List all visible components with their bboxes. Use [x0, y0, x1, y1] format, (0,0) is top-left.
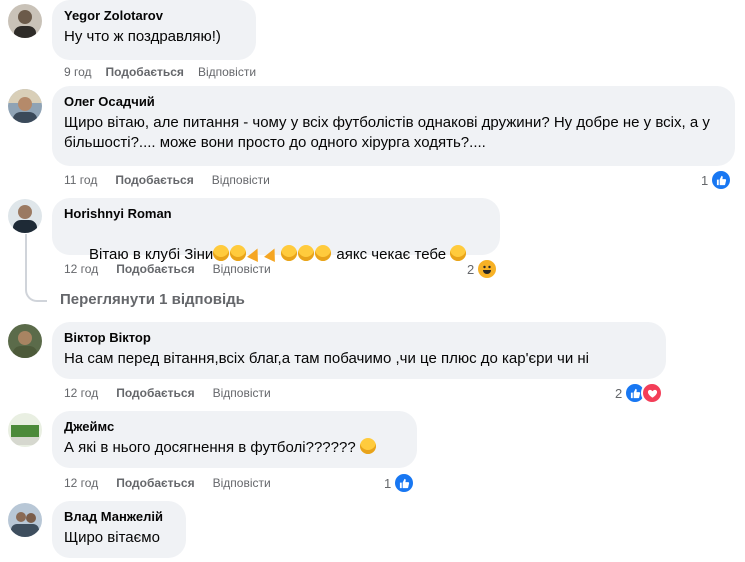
reply-button[interactable]: Відповісти	[198, 65, 256, 79]
reaction-summary[interactable]: 1	[384, 472, 416, 494]
thread-connector	[25, 286, 47, 302]
party-popper-emoji-icon	[264, 245, 280, 261]
party-face-emoji-icon	[315, 245, 332, 261]
party-face-emoji-icon	[298, 245, 315, 261]
comment-author[interactable]: Yegor Zolotarov	[64, 8, 244, 24]
comment-meta: 11 год Подобається Відповісти	[64, 172, 284, 188]
reaction-summary[interactable]: 2	[467, 258, 499, 280]
like-reaction-icon	[710, 169, 733, 191]
comment-bubble: Yegor Zolotarov Ну что ж поздравляю!)	[52, 0, 256, 60]
avatar[interactable]	[8, 413, 42, 447]
comment-time[interactable]: 11 год	[64, 173, 97, 187]
avatar[interactable]	[8, 324, 42, 358]
reply-button[interactable]: Відповісти	[213, 262, 271, 276]
comment-meta: 12 год Подобається Відповісти	[64, 385, 285, 401]
flushed-emoji-icon	[359, 438, 376, 454]
comment-author[interactable]: Horishnyi Roman	[64, 206, 488, 222]
like-button[interactable]: Подобається	[106, 65, 184, 79]
reaction-summary[interactable]: 2	[615, 382, 664, 404]
reaction-count: 2	[615, 385, 623, 401]
reaction-summary[interactable]: 1	[701, 169, 733, 191]
love-reaction-icon	[641, 382, 664, 404]
grinning-emoji-icon	[450, 245, 467, 261]
comment-author[interactable]: Джеймс	[64, 419, 405, 435]
comment-text: Щиро вітаємо	[64, 529, 160, 546]
avatar[interactable]	[8, 4, 42, 38]
comment-author[interactable]: Віктор Віктор	[64, 330, 654, 346]
view-replies-link[interactable]: Переглянути 1 відповідь	[60, 291, 245, 308]
comment-meta: 12 год Подобається Відповісти	[64, 475, 285, 491]
reaction-count: 2	[467, 261, 475, 277]
party-popper-emoji-icon	[247, 245, 263, 261]
comment-bubble: Джеймс А які в нього досягнення в футбол…	[52, 411, 417, 468]
avatar[interactable]	[8, 199, 42, 233]
like-reaction-icon	[393, 472, 416, 494]
comment-author[interactable]: Влад Манжелій	[64, 509, 174, 525]
reaction-count: 1	[384, 475, 392, 491]
comment-bubble: Horishnyi Roman Вітаю в клубі Зіни аякс …	[52, 198, 500, 263]
comment-text-part: А які в нього досягнення в футболі??????	[64, 439, 360, 456]
like-button[interactable]: Подобається	[115, 173, 193, 187]
like-button[interactable]: Подобається	[116, 476, 194, 490]
party-face-emoji-icon	[281, 245, 298, 261]
like-button[interactable]: Подобається	[116, 386, 194, 400]
comment-text-part: аякс чекає тебе	[332, 246, 447, 263]
comment-meta: 9 год Подобається Відповісти	[64, 64, 270, 80]
comment-text: На сам перед вітання,всіх благ,а там поб…	[64, 350, 589, 367]
comment-time[interactable]: 12 год	[64, 386, 98, 400]
reply-button[interactable]: Відповісти	[213, 386, 271, 400]
rolling-laughing-emoji-icon	[230, 245, 247, 261]
comment-bubble: Віктор Віктор На сам перед вітання,всіх …	[52, 322, 666, 379]
thread-line	[25, 234, 27, 286]
comment-text: А які в нього досягнення в футболі??????	[64, 438, 405, 458]
comment-meta: 12 год Подобається Відповісти	[64, 261, 285, 277]
comment-bubble: Олег Осадчий Щиро вітаю, але питання - ч…	[52, 86, 735, 166]
comment-time[interactable]: 9 год	[64, 65, 92, 79]
comment-time[interactable]: 12 год	[64, 262, 98, 276]
avatar[interactable]	[8, 89, 42, 123]
reply-button[interactable]: Відповісти	[212, 173, 270, 187]
comment-text: Щиро вітаю, але питання - чому у всіх фу…	[64, 114, 714, 151]
comment-time[interactable]: 12 год	[64, 476, 98, 490]
laughing-emoji-icon	[213, 245, 230, 261]
avatar[interactable]	[8, 503, 42, 537]
reaction-count: 1	[701, 172, 709, 188]
comment-author[interactable]: Олег Осадчий	[64, 94, 723, 110]
reply-button[interactable]: Відповісти	[213, 476, 271, 490]
haha-reaction-icon	[476, 258, 499, 280]
comment-text: Ну что ж поздравляю!)	[64, 28, 221, 45]
like-button[interactable]: Подобається	[116, 262, 194, 276]
comment-bubble: Влад Манжелій Щиро вітаємо	[52, 501, 186, 558]
